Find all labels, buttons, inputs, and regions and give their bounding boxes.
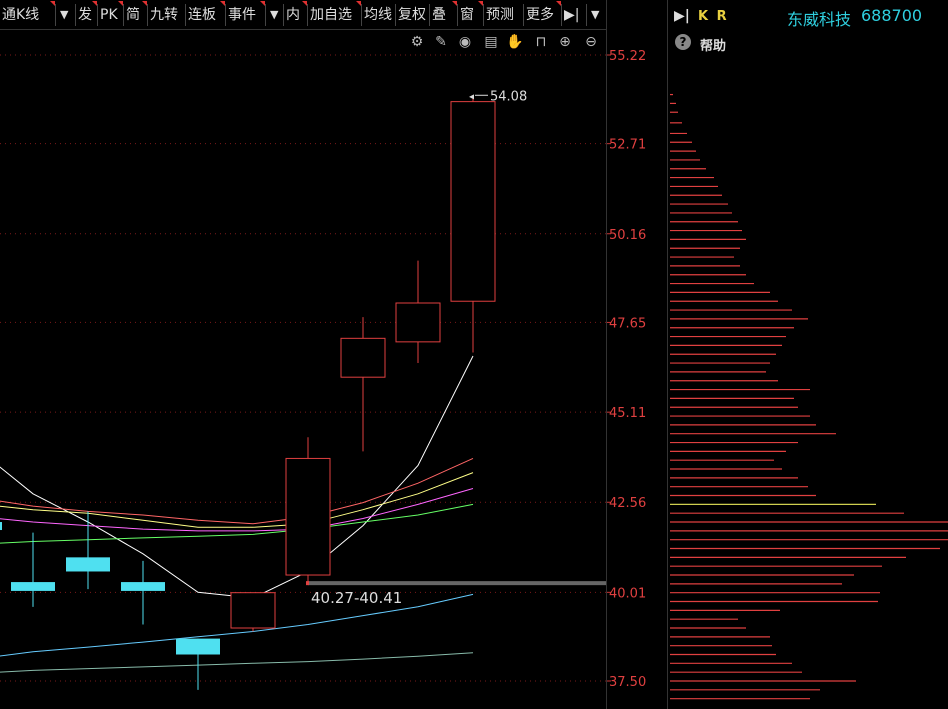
panel-arrow-icon[interactable]: ▶| — [674, 8, 690, 24]
y-tick-label: 37.50 — [609, 675, 646, 690]
stock-name: 东威科技 — [787, 10, 852, 29]
y-tick-label: 40.01 — [609, 586, 646, 601]
help-icon[interactable]: ? — [675, 34, 691, 50]
ma-line — [0, 652, 474, 673]
candle-body — [11, 582, 55, 591]
ma-line — [0, 457, 474, 525]
candle-body — [230, 592, 276, 629]
candle-body — [121, 582, 165, 591]
candle-body — [450, 101, 496, 302]
candle-body — [340, 337, 386, 378]
high-label: 54.08 — [490, 89, 527, 104]
candle-body — [66, 557, 110, 572]
high-arrow-icon: ◂ — [469, 91, 474, 102]
help-label[interactable]: 帮助 — [700, 35, 726, 54]
y-tick-label: 47.65 — [609, 316, 646, 331]
ma-line — [0, 472, 474, 528]
candle-body — [395, 302, 441, 343]
candle-body — [285, 457, 331, 576]
y-tick-label: 50.16 — [609, 228, 646, 243]
kr-label[interactable]: K R — [698, 9, 729, 24]
y-tick-label: 55.22 — [609, 49, 646, 64]
range-band — [308, 581, 606, 586]
y-tick-label: 42.56 — [609, 496, 646, 511]
y-tick-label: 45.11 — [609, 406, 646, 421]
right-panel: ▶| K R 东威科技 688700 ? 帮助 — [668, 0, 948, 709]
y-tick-label: 52.71 — [609, 138, 646, 153]
stock-code: 688700 — [861, 6, 923, 25]
range-label: 40.27-40.41 — [311, 589, 402, 607]
candle-body — [176, 638, 220, 655]
axis-divider — [606, 0, 607, 709]
candle-body — [0, 522, 2, 531]
